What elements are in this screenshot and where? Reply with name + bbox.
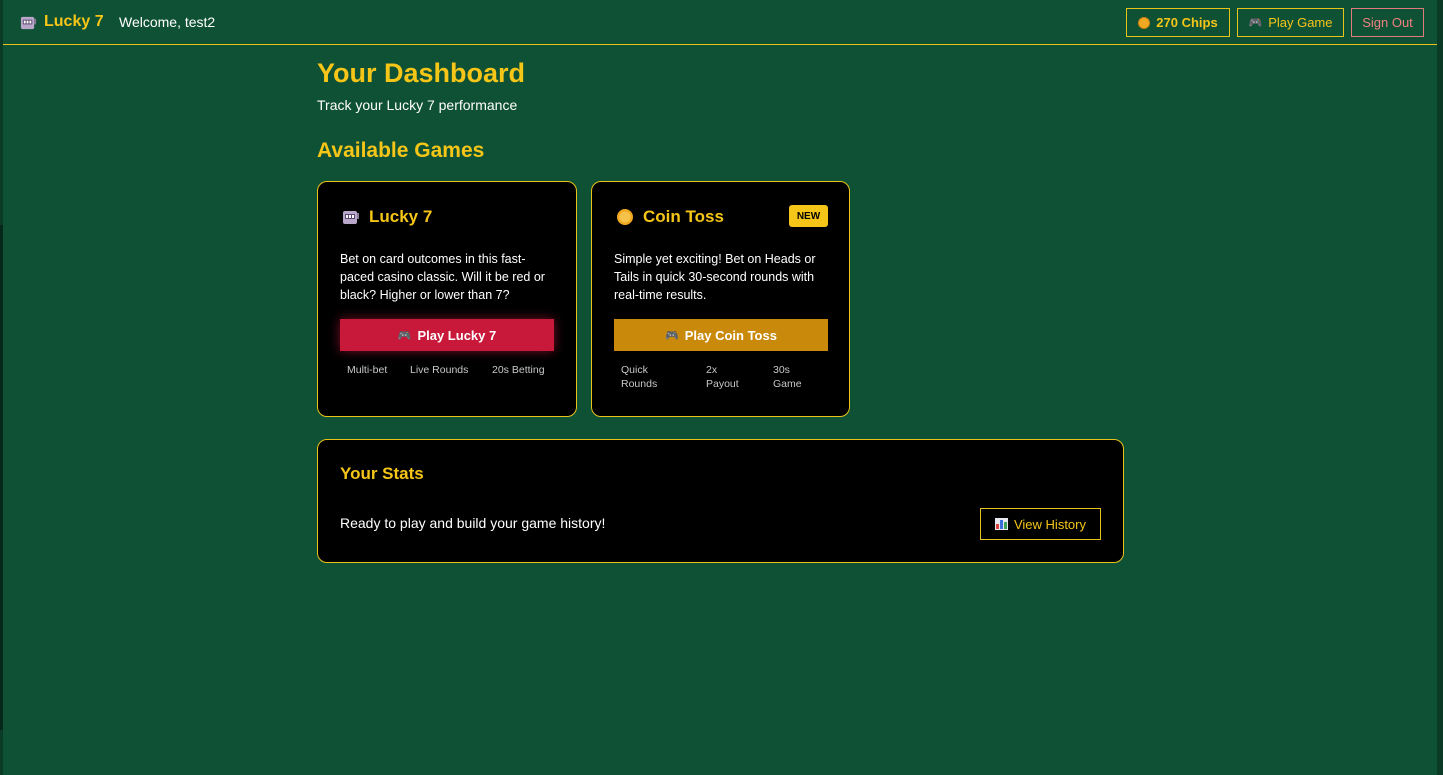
game-description: Bet on card outcomes in this fast-paced … bbox=[340, 252, 545, 302]
play-coin-toss-button[interactable]: 🎮 Play Coin Toss bbox=[614, 319, 828, 351]
play-game-label: Play Game bbox=[1268, 15, 1333, 30]
game-card-coin-toss: Coin Toss NEW Simple yet exciting! Bet o… bbox=[591, 181, 850, 417]
new-badge: NEW bbox=[789, 205, 828, 227]
game-card-lucky-7: Lucky 7 Bet on card outcomes in this fas… bbox=[317, 181, 577, 417]
stats-message: Ready to play and build your game histor… bbox=[340, 515, 606, 531]
feature-label: 20s Betting bbox=[492, 364, 545, 376]
play-lucky-7-button[interactable]: 🎮 Play Lucky 7 bbox=[340, 319, 554, 351]
chips-label: 270 Chips bbox=[1156, 15, 1218, 30]
page-title: Your Dashboard bbox=[317, 58, 526, 88]
page-subtitle: Track your Lucky 7 performance bbox=[317, 97, 518, 113]
feature-label: Quick Rounds bbox=[621, 364, 658, 390]
stats-title: Your Stats bbox=[340, 464, 424, 483]
brand-title[interactable]: Lucky 7 bbox=[44, 13, 104, 31]
play-game-button[interactable]: 🎮 Play Game bbox=[1237, 8, 1344, 37]
sign-out-button[interactable]: Sign Out bbox=[1351, 8, 1424, 37]
game-title: Lucky 7 bbox=[369, 207, 433, 226]
coin-icon bbox=[1138, 16, 1151, 29]
chips-balance-button[interactable]: 270 Chips bbox=[1126, 8, 1230, 37]
window-edge-left-dark bbox=[0, 225, 3, 730]
coin-icon bbox=[617, 209, 633, 225]
gamepad-icon: 🎮 bbox=[397, 329, 412, 342]
feature-label: Live Rounds bbox=[410, 364, 469, 376]
gamepad-icon: 🎮 bbox=[665, 329, 679, 342]
gamepad-icon: 🎮 bbox=[1248, 17, 1263, 29]
feature-label: Multi-bet bbox=[347, 364, 388, 376]
feature-label: 2x Payout bbox=[706, 364, 739, 390]
play-coin-toss-label: Play Coin Toss bbox=[684, 327, 777, 343]
stats-card: Your Stats Ready to play and build your … bbox=[317, 439, 1124, 563]
welcome-text: Welcome, test2 bbox=[119, 14, 216, 30]
view-history-label: View History bbox=[1013, 516, 1086, 532]
feature-label: 30s Game bbox=[773, 364, 802, 390]
slot-machine-icon bbox=[343, 211, 359, 224]
play-lucky-7-label: Play Lucky 7 bbox=[417, 327, 497, 343]
game-description: Simple yet exciting! Bet on Heads or Tai… bbox=[614, 252, 816, 302]
top-nav: Lucky 7 Welcome, test2 270 Chips 🎮 Play … bbox=[3, 0, 1437, 45]
view-history-button[interactable]: View History bbox=[980, 508, 1101, 540]
bar-chart-icon bbox=[994, 518, 1008, 530]
games-section-title: Available Games bbox=[317, 139, 485, 162]
game-title: Coin Toss bbox=[643, 207, 724, 226]
slot-machine-icon bbox=[20, 16, 37, 30]
window-edge-right bbox=[1437, 0, 1443, 775]
